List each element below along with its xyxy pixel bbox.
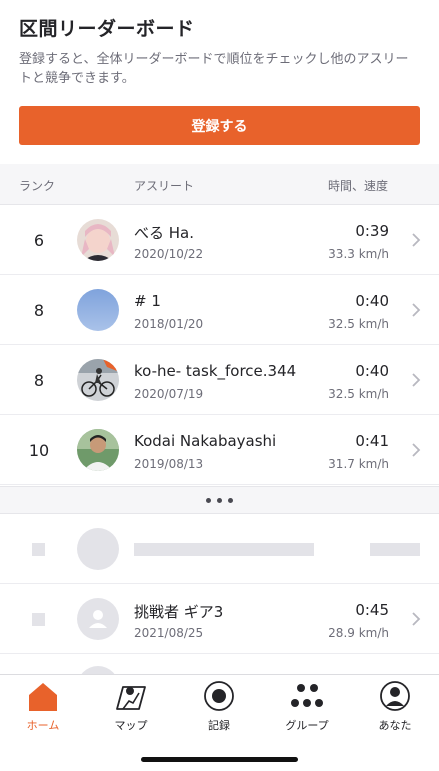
tab-map-label: マップ [114,719,148,732]
tab-profile[interactable]: あなた [352,679,438,739]
tab-home[interactable]: ホーム [0,679,86,739]
effort-time: 0:39 [355,222,389,240]
effort-date: 2020/07/19 [134,387,204,401]
placeholder-name [134,543,314,556]
effort-time: 0:40 [355,292,389,310]
chevron-right-icon [412,443,421,457]
chevron-right-icon [412,233,421,247]
tab-record-label: 記録 [208,719,230,732]
register-promo: 区間リーダーボード 登録すると、全体リーダーボードで順位をチェックし他のアスリー… [0,0,439,164]
record-icon [204,681,234,711]
athlete-name: 挑戦者 ギア3 [134,603,224,621]
effort-speed: 31.7 km/h [328,457,389,471]
avatar [77,219,119,261]
groups-icon [291,684,323,707]
home-indicator[interactable] [141,757,298,762]
effort-speed: 32.5 km/h [328,317,389,331]
rank-value: 8 [33,300,45,320]
cyclist-avatar-icon [77,359,119,401]
tab-home-label: ホーム [26,719,60,732]
leaderboard-row[interactable]: 8 # 1 2018/01/20 0:40 32.5 km/h [0,275,439,345]
leaderboard-row[interactable]: 10 Kodai Nakabayashi 2019/08/13 0:41 31.… [0,415,439,485]
placeholder-rank [32,613,45,626]
avatar [77,359,119,401]
avatar [77,598,119,640]
effort-time: 0:40 [355,362,389,380]
effort-speed: 28.9 km/h [328,626,389,640]
athlete-name: # 1 [134,292,161,310]
effort-speed: 33.3 km/h [328,247,389,261]
sky-avatar-icon [77,289,119,331]
chevron-right-icon [412,303,421,317]
tab-profile-label: あなた [378,719,412,732]
profile-icon [380,681,410,711]
placeholder-row [0,514,439,584]
effort-date: 2021/08/25 [134,626,204,640]
chevron-right-icon [412,373,421,387]
ellipsis-dot [228,497,233,503]
column-rank: ランク [19,179,56,193]
placeholder-rank [32,543,45,556]
column-time-speed: 時間、速度 [328,179,389,193]
rank-value: 6 [33,230,45,250]
leaderboard-row[interactable]: 8 ko-he- task_force.344 2020/07/19 0:40 … [0,345,439,415]
avatar [77,289,119,331]
tab-record[interactable]: 記録 [176,679,262,739]
athlete-name: ko-he- task_force.344 [134,362,297,380]
placeholder-avatar [77,528,119,570]
anime-character-avatar-icon [77,219,119,261]
athlete-name: Kodai Nakabayashi [134,432,277,450]
rank-value: 10 [28,440,50,460]
rank-value: 8 [33,370,45,390]
page-title: 区間リーダーボード [19,18,195,40]
effort-speed: 32.5 km/h [328,387,389,401]
home-icon [29,683,57,711]
leaderboard-row[interactable]: 6 べる Ha. 2020/10/22 0:39 33.3 km/h [0,205,439,275]
placeholder-time [370,543,420,556]
map-icon [116,686,146,710]
default-user-icon [89,610,107,628]
person-avatar-icon [77,429,119,471]
more-entries-separator [0,486,439,514]
chevron-right-icon [412,612,421,626]
column-athlete: アスリート [134,179,195,193]
effort-date: 2019/08/13 [134,457,204,471]
effort-time: 0:41 [355,432,389,450]
tab-groups-label: グループ [285,719,329,732]
promo-description: 登録すると、全体リーダーボードで順位をチェックし他のアスリートと競争できます。 [19,52,409,86]
register-button[interactable]: 登録する [19,106,420,145]
leaderboard-row-challenger[interactable]: 挑戦者 ギア3 2021/08/25 0:45 28.9 km/h [0,584,439,654]
tab-groups[interactable]: グループ [264,679,350,739]
ellipsis-dot [206,497,211,503]
avatar [77,429,119,471]
athlete-name: べる Ha. [134,224,195,242]
effort-date: 2020/10/22 [134,247,204,261]
effort-date: 2018/01/20 [134,317,204,331]
effort-time: 0:45 [355,601,389,619]
tab-map[interactable]: マップ [88,679,174,739]
ellipsis-dot [217,497,222,503]
